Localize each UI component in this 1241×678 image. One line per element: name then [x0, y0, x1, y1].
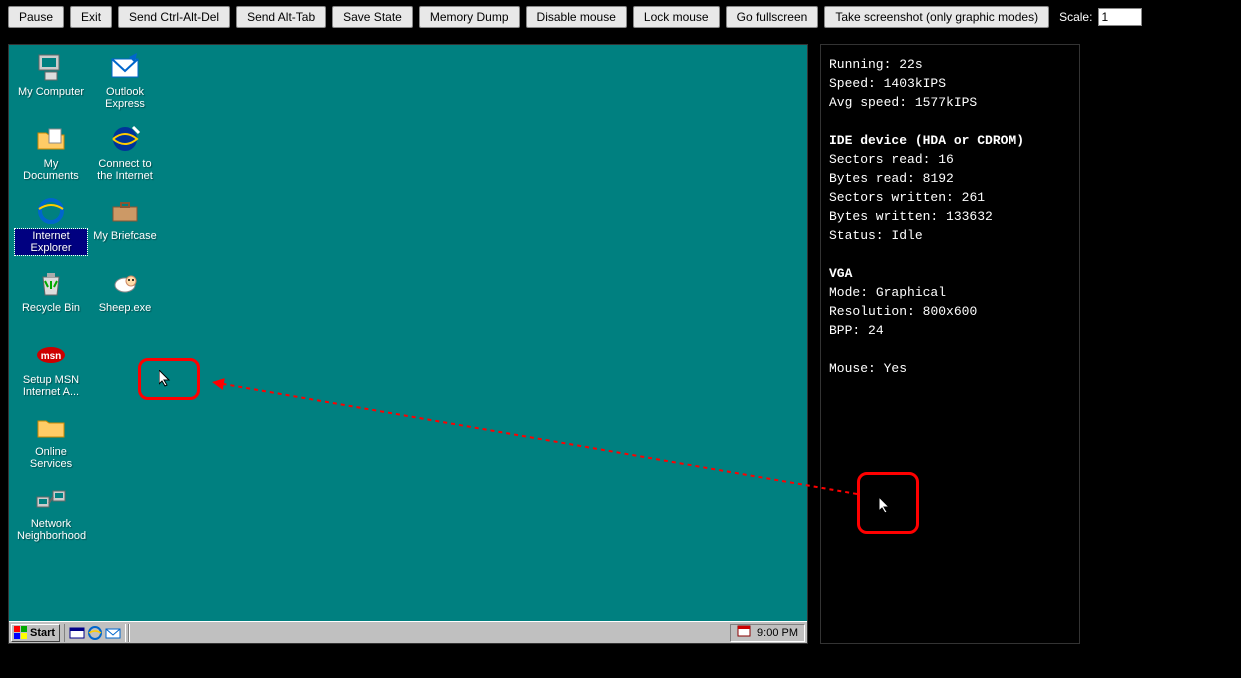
desktop-icon-label: Outlook Express [89, 85, 161, 111]
recycle-icon [35, 267, 67, 299]
connect-icon [109, 123, 141, 155]
bpp-label: BPP: [829, 323, 860, 338]
bpp-value: 24 [868, 323, 884, 338]
mode-value: Graphical [876, 285, 946, 300]
desktop[interactable]: My ComputerOutlook Express My DocumentsCo… [9, 45, 807, 621]
send-ctrl-alt-del-button[interactable]: Send Ctrl-Alt-Del [118, 6, 230, 28]
avgspeed-value: 1577kIPS [915, 95, 977, 110]
clock[interactable]: 9:00 PM [757, 627, 798, 639]
outlook-icon[interactable] [105, 625, 121, 641]
quick-launch [64, 624, 126, 642]
briefcase-icon [109, 195, 141, 227]
desktop-icon-connect-internet[interactable]: Connect to the Internet [89, 123, 161, 183]
save-state-button[interactable]: Save State [332, 6, 413, 28]
sheep-icon [109, 267, 141, 299]
desktop-icon-label: My Documents [15, 157, 87, 183]
resolution-label: Resolution: [829, 304, 915, 319]
speed-value: 1403kIPS [884, 76, 946, 91]
system-tray: 9:00 PM [730, 624, 805, 642]
desktop-icon-label: My Computer [15, 85, 87, 99]
desktop-icon-label: Internet Explorer [15, 229, 87, 255]
desktop-icon-label: Online Services [15, 445, 87, 471]
show-desktop-icon[interactable] [69, 625, 85, 641]
status-panel: Running: 22s Speed: 1403kIPS Avg speed: … [820, 44, 1080, 644]
desktop-icon-label: Sheep.exe [89, 301, 161, 315]
vga-header: VGA [829, 266, 852, 281]
sectors-read-value: 16 [938, 152, 954, 167]
desktop-icon-outlook-express[interactable]: Outlook Express [89, 51, 161, 111]
start-label: Start [30, 627, 55, 639]
speed-label: Speed: [829, 76, 876, 91]
bytes-read-label: Bytes read: [829, 171, 915, 186]
ide-header: IDE device (HDA or CDROM) [829, 133, 1024, 148]
running-label: Running: [829, 57, 891, 72]
memory-dump-button[interactable]: Memory Dump [419, 6, 520, 28]
status-value: Idle [891, 228, 922, 243]
bytes-written-value: 133632 [946, 209, 993, 224]
ie-icon[interactable] [87, 625, 103, 641]
pause-button[interactable]: Pause [8, 6, 64, 28]
folder-icon [35, 411, 67, 443]
folder-doc-icon [35, 123, 67, 155]
bytes-written-label: Bytes written: [829, 209, 938, 224]
mode-label: Mode: [829, 285, 868, 300]
sectors-read-label: Sectors read: [829, 152, 930, 167]
scale-label: Scale: [1059, 10, 1092, 24]
computer-icon [35, 51, 67, 83]
scheduler-icon[interactable] [737, 624, 751, 641]
desktop-icon-internet-explorer[interactable]: Internet Explorer [15, 195, 87, 255]
desktop-icon-my-computer[interactable]: My Computer [15, 51, 87, 99]
desktop-icon-label: Network Neighborhood [15, 517, 87, 543]
desktop-icon-my-documents[interactable]: My Documents [15, 123, 87, 183]
desktop-icon-label: Setup MSN Internet A... [15, 373, 87, 399]
mouse-label: Mouse: [829, 361, 876, 376]
bytes-read-value: 8192 [923, 171, 954, 186]
sectors-written-label: Sectors written: [829, 190, 954, 205]
desktop-icon-online-services[interactable]: Online Services [15, 411, 87, 471]
disable-mouse-button[interactable]: Disable mouse [526, 6, 627, 28]
scale-input[interactable] [1098, 8, 1142, 26]
desktop-icon-label: Recycle Bin [15, 301, 87, 315]
take-screenshot-button[interactable]: Take screenshot (only graphic modes) [824, 6, 1049, 28]
start-button[interactable]: Start [11, 624, 60, 642]
desktop-icon-sheep-exe[interactable]: Sheep.exe [89, 267, 161, 315]
go-fullscreen-button[interactable]: Go fullscreen [726, 6, 819, 28]
vm-screen[interactable]: My ComputerOutlook Express My DocumentsCo… [8, 44, 808, 644]
status-label: Status: [829, 228, 884, 243]
mouse-value: Yes [884, 361, 907, 376]
windows-logo-icon [14, 626, 28, 640]
running-value: 22s [899, 57, 922, 72]
network-icon [35, 483, 67, 515]
desktop-icon-label: My Briefcase [89, 229, 161, 243]
avgspeed-label: Avg speed: [829, 95, 907, 110]
outlook-icon [109, 51, 141, 83]
sectors-written-value: 261 [962, 190, 985, 205]
exit-button[interactable]: Exit [70, 6, 112, 28]
desktop-icon-my-briefcase[interactable]: My Briefcase [89, 195, 161, 243]
ie-icon [35, 195, 67, 227]
desktop-icon-network-neighborhood[interactable]: Network Neighborhood [15, 483, 87, 543]
taskbar: Start 9:00 PM [9, 621, 807, 643]
svg-text:msn: msn [41, 351, 62, 362]
desktop-icon-recycle-bin[interactable]: Recycle Bin [15, 267, 87, 315]
msn-icon: msn [35, 339, 67, 371]
desktop-icon-label: Connect to the Internet [89, 157, 161, 183]
send-alt-tab-button[interactable]: Send Alt-Tab [236, 6, 326, 28]
lock-mouse-button[interactable]: Lock mouse [633, 6, 720, 28]
emulator-toolbar: Pause Exit Send Ctrl-Alt-Del Send Alt-Ta… [0, 0, 1241, 34]
desktop-icon-setup-msn[interactable]: msn Setup MSN Internet A... [15, 339, 87, 399]
resolution-value: 800x600 [923, 304, 978, 319]
